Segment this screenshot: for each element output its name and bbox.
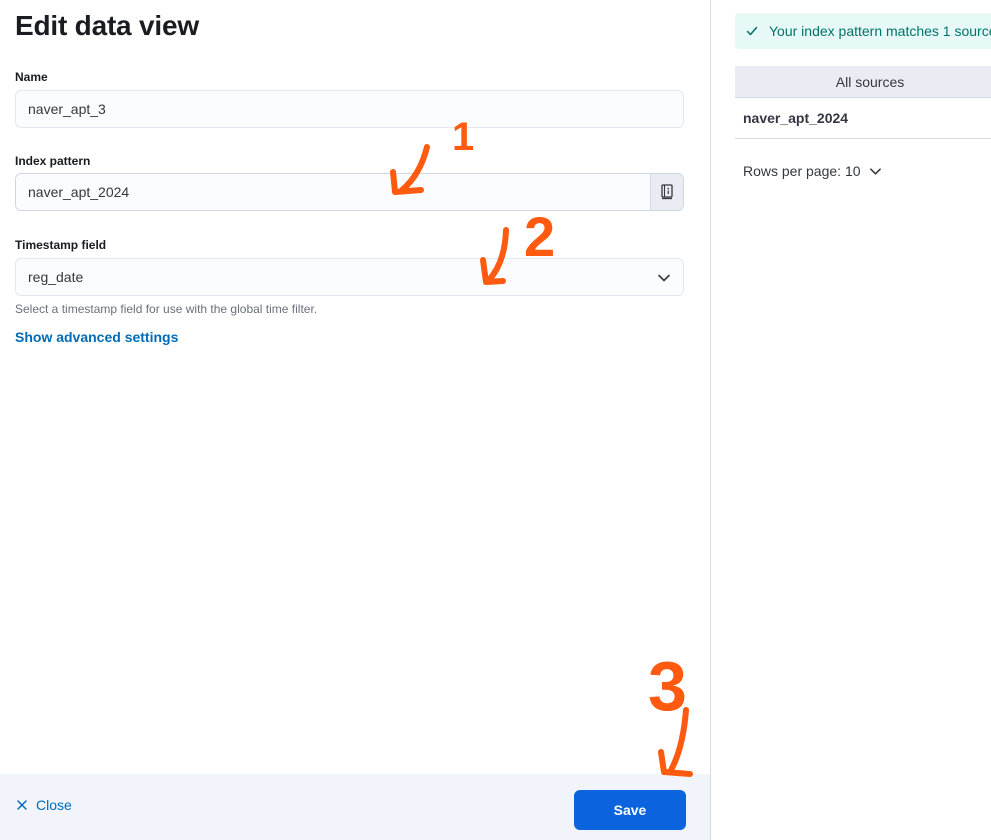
name-input[interactable]	[16, 91, 683, 127]
close-icon	[17, 800, 27, 810]
index-pattern-field-wrapper	[15, 173, 684, 211]
table-header-label: All sources	[835, 73, 905, 90]
sources-table-header: All sources	[735, 66, 991, 98]
check-icon	[746, 26, 758, 36]
timestamp-help-text: Select a timestamp field for use with th…	[15, 302, 318, 316]
name-label: Name	[15, 70, 48, 84]
save-button[interactable]: Save	[574, 790, 686, 830]
chevron-down-icon	[869, 167, 881, 175]
source-name: naver_apt_2024	[743, 110, 849, 126]
index-pattern-input[interactable]	[16, 174, 652, 210]
timestamp-field-value: reg_date	[28, 269, 84, 285]
callout-text: Your index pattern matches 1 source.	[769, 23, 991, 39]
name-field-wrapper	[15, 90, 684, 128]
rows-per-page-button[interactable]: Rows per page: 10	[743, 163, 882, 179]
edit-data-view-flyout: Edit data view Name Index pattern Timest…	[0, 0, 710, 840]
index-info-icon	[661, 184, 673, 200]
close-label: Close	[36, 797, 72, 813]
match-callout: Your index pattern matches 1 source.	[735, 13, 991, 49]
chevron-down-icon	[658, 274, 670, 282]
preview-panel: Your index pattern matches 1 source. All…	[711, 0, 991, 840]
show-advanced-settings-link[interactable]: Show advanced settings	[15, 329, 178, 345]
timestamp-field-select[interactable]: reg_date	[15, 258, 684, 296]
close-button[interactable]: Close	[16, 797, 72, 813]
page-title: Edit data view	[15, 10, 199, 41]
timestamp-field-label: Timestamp field	[15, 238, 107, 252]
index-pattern-label: Index pattern	[15, 154, 91, 168]
rows-per-page-label: Rows per page: 10	[743, 163, 861, 179]
flyout-footer: Close Save	[0, 774, 710, 840]
index-info-button[interactable]	[650, 174, 683, 210]
table-row: naver_apt_2024	[735, 98, 991, 139]
